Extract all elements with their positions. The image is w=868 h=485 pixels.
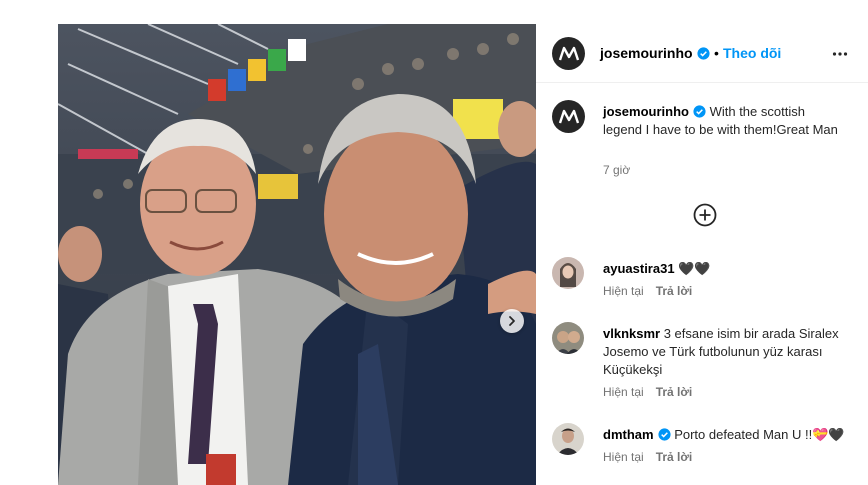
commenter-avatar[interactable]	[552, 322, 584, 354]
post-caption: josemourinho With the scottish legend I …	[603, 103, 843, 139]
commenter-avatar[interactable]	[552, 257, 584, 289]
photo-illustration	[58, 24, 536, 485]
comment-body: vlknksmr 3 efsane isim bir arada Siralex…	[603, 325, 853, 379]
comment-meta: Hiện tại Trả lời	[603, 450, 692, 464]
commenter-avatar[interactable]	[552, 423, 584, 455]
comment-timestamp: Hiện tại	[603, 284, 644, 298]
separator-dot: •	[714, 45, 719, 61]
comment-username[interactable]: vlknksmr	[603, 326, 660, 341]
comment-body: dmtham Porto defeated Man U !!💝🖤	[603, 426, 853, 444]
comment-body: ayuastira31 🖤🖤	[603, 260, 853, 278]
post-photo[interactable]	[58, 24, 536, 485]
post-header: josemourinho • Theo dõi	[536, 24, 868, 83]
verified-badge-icon	[657, 428, 671, 441]
chevron-right-icon	[509, 316, 515, 326]
avatar-photo-icon	[552, 423, 584, 455]
caption-timestamp: 7 giờ	[603, 163, 631, 177]
caption-username[interactable]: josemourinho	[603, 104, 689, 119]
comment-meta: Hiện tại Trả lời	[603, 284, 692, 298]
comment-timestamp: Hiện tại	[603, 450, 644, 464]
comment-item: dmtham Porto defeated Man U !!💝🖤 Hiện tạ…	[552, 423, 852, 473]
comment-username[interactable]: ayuastira31	[603, 261, 675, 276]
author-avatar[interactable]	[552, 37, 585, 70]
verified-badge-icon	[696, 47, 710, 60]
comment-timestamp: Hiện tại	[603, 385, 644, 399]
post-side-panel: josemourinho • Theo dõi josemourinho Wit…	[536, 24, 868, 485]
comment-meta: Hiện tại Trả lời	[603, 385, 692, 399]
author-username-text[interactable]: josemourinho	[600, 45, 693, 61]
caption-author-avatar[interactable]	[552, 100, 585, 133]
avatar-photo-icon	[552, 257, 584, 289]
next-photo-button[interactable]	[500, 309, 524, 333]
plus-circle-icon[interactable]	[693, 203, 717, 227]
reply-button[interactable]: Trả lời	[656, 284, 693, 298]
author-username[interactable]: josemourinho	[600, 45, 710, 61]
comment-text: Porto defeated Man U !!💝🖤	[674, 427, 845, 442]
comment-item: vlknksmr 3 efsane isim bir arada Siralex…	[552, 322, 852, 402]
jm-logo-icon	[558, 109, 579, 123]
comment-text: 🖤🖤	[678, 261, 711, 276]
avatar-photo-icon	[552, 322, 584, 354]
jm-logo-icon	[558, 46, 579, 60]
follow-button[interactable]: Theo dõi	[723, 45, 781, 61]
verified-badge-icon	[693, 105, 706, 118]
comment-username[interactable]: dmtham	[603, 427, 654, 442]
comment-item: ayuastira31 🖤🖤 Hiện tại Trả lời	[552, 257, 853, 298]
reply-button[interactable]: Trả lời	[656, 450, 693, 464]
reply-button[interactable]: Trả lời	[656, 385, 693, 399]
more-options-icon[interactable]	[832, 46, 848, 62]
